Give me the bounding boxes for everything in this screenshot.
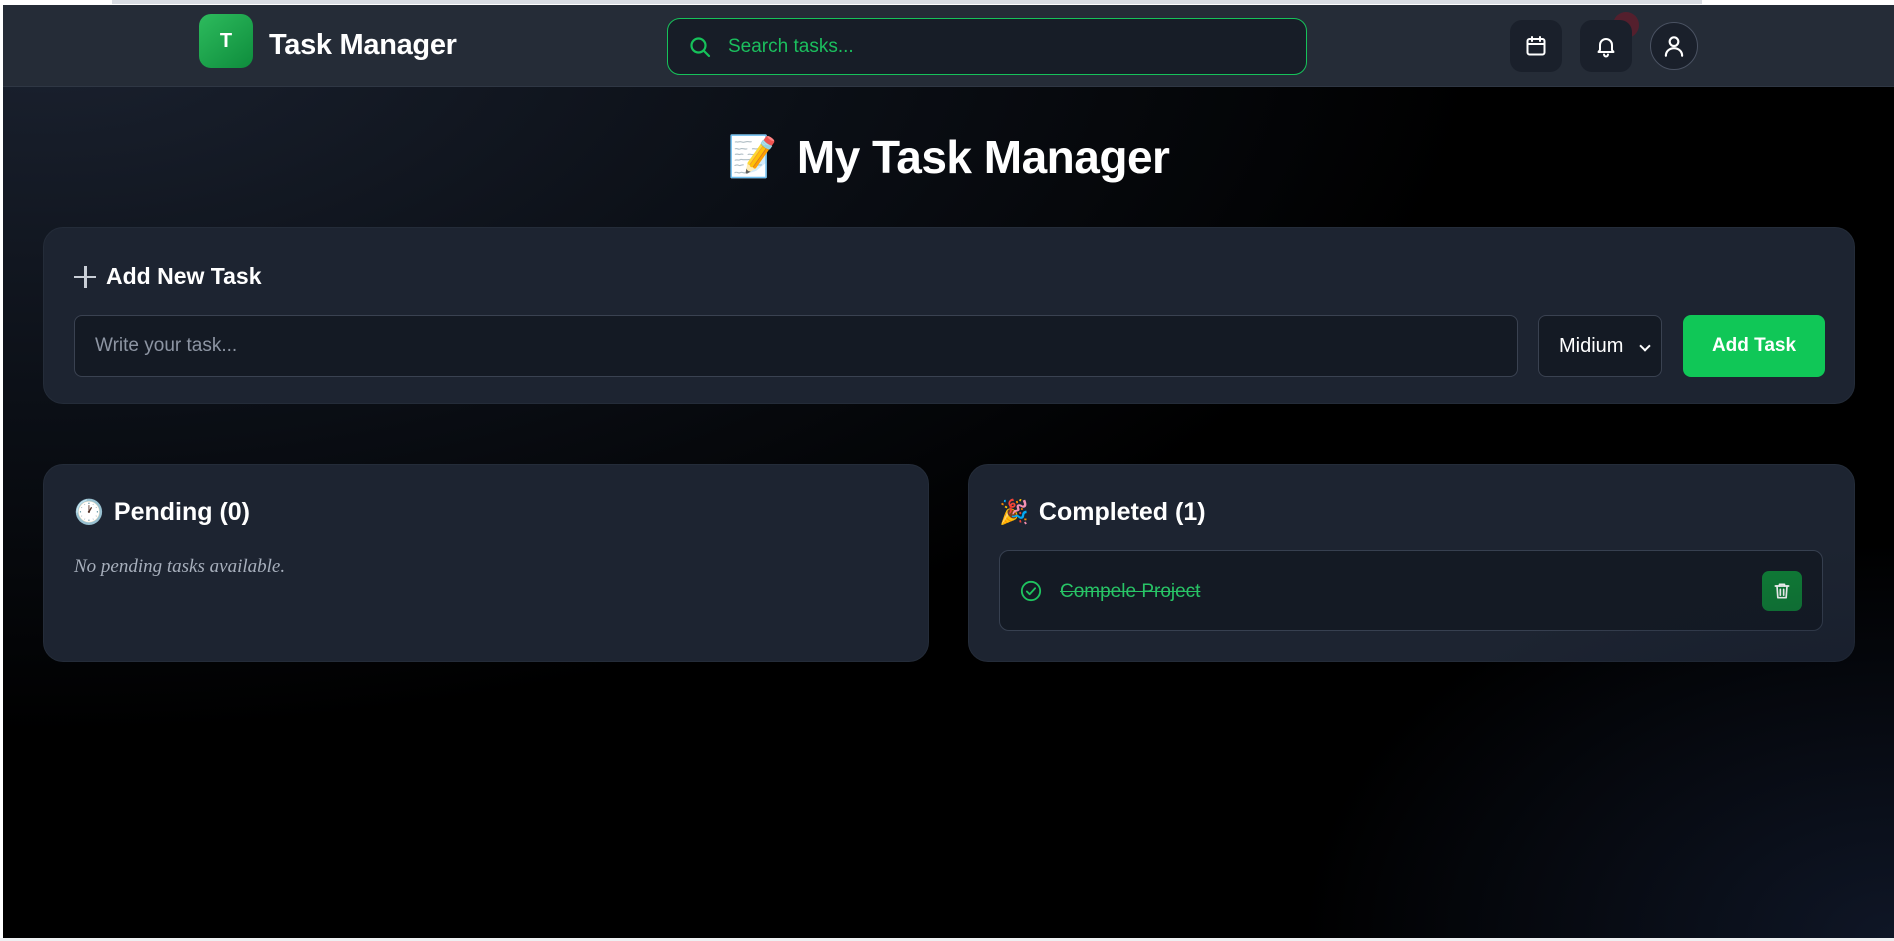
completed-task-item[interactable]: Compele Project <box>999 550 1823 631</box>
pending-heading-text: Pending (0) <box>113 498 250 526</box>
app-name[interactable]: Task Manager <box>269 29 457 62</box>
search-icon <box>690 37 711 58</box>
trash-icon <box>1774 583 1790 599</box>
pending-panel: 🕐 Pending (0) No pending tasks available… <box>43 464 929 662</box>
browser-top-line <box>112 0 1702 4</box>
delete-task-button[interactable] <box>1762 571 1802 611</box>
pending-empty-text: No pending tasks available. <box>74 556 286 577</box>
calendar-icon <box>1526 36 1546 56</box>
task-input[interactable] <box>74 315 1518 377</box>
pending-heading: 🕐 Pending (0) <box>74 498 250 527</box>
completed-heading-text: Completed (1) <box>1038 498 1206 526</box>
completed-heading: 🎉 Completed (1) <box>999 498 1206 527</box>
search-box[interactable] <box>667 18 1307 75</box>
add-task-heading-text: Add New Task <box>106 263 262 289</box>
chevron-down-icon <box>1639 340 1651 352</box>
priority-selected-value: Midium <box>1559 334 1624 357</box>
party-popper-icon: 🎉 <box>999 499 1029 526</box>
logo-badge[interactable]: T <box>199 14 253 68</box>
clock-icon: 🕐 <box>74 499 104 526</box>
completed-task-label: Compele Project <box>1060 581 1201 602</box>
add-task-panel: Add New Task Midium Add Task <box>43 227 1855 404</box>
add-task-button[interactable]: Add Task <box>1683 315 1825 377</box>
bell-icon <box>1597 38 1615 58</box>
check-circle-icon[interactable] <box>1020 580 1042 602</box>
page-title-text: My Task Manager <box>796 131 1170 183</box>
priority-select[interactable]: Midium <box>1538 315 1662 377</box>
user-icon <box>1664 36 1684 57</box>
plus-icon <box>74 265 96 288</box>
memo-emoji-icon: 📝 <box>727 135 778 179</box>
search-input[interactable] <box>728 27 1288 67</box>
completed-panel: 🎉 Completed (1) Compele Project <box>968 464 1855 662</box>
calendar-button[interactable] <box>1510 20 1562 72</box>
user-avatar-button[interactable] <box>1650 22 1698 70</box>
top-navbar: T Task Manager <box>3 5 1894 87</box>
add-task-heading: Add New Task <box>74 263 262 290</box>
page-title: 📝 My Task Manager <box>3 130 1894 184</box>
notifications-button[interactable] <box>1580 20 1632 72</box>
app-window: T Task Manager Search tasks... 📝 My Task… <box>3 5 1894 938</box>
logo-letter: T <box>219 29 233 52</box>
